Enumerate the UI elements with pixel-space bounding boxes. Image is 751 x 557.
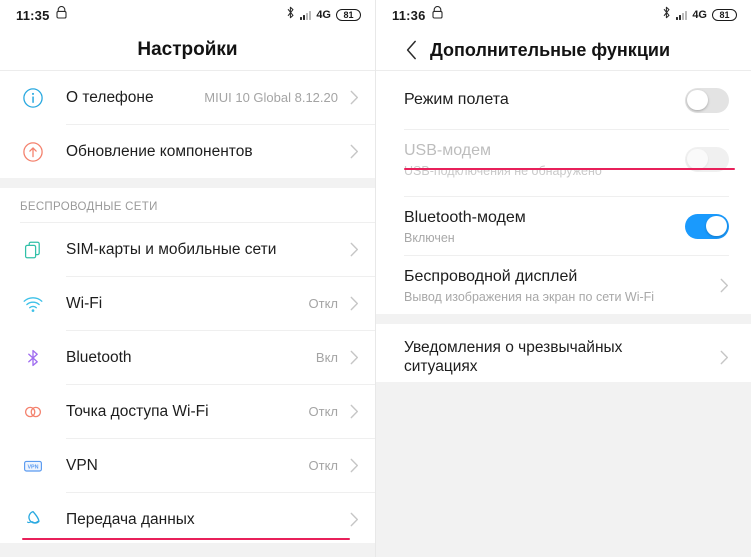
row-label: Bluetooth [66, 348, 132, 366]
row-label: Wi-Fi [66, 294, 103, 312]
section-gap [376, 314, 751, 324]
row-text-group: Bluetooth-модем Включен [404, 208, 685, 245]
chevron-right-icon [350, 242, 359, 257]
toggle-knob [687, 89, 708, 111]
status-time: 11:36 [392, 7, 426, 23]
annotation-underline-left [22, 538, 350, 541]
back-chevron-icon[interactable] [396, 35, 426, 65]
chevron-right-icon [350, 144, 359, 159]
section-gap [0, 178, 375, 188]
chevron-right-icon [350, 512, 359, 527]
title-bar-right: Дополнительные функции [376, 30, 751, 70]
network-type-label: 4G [316, 9, 331, 21]
bottom-filler [0, 543, 375, 557]
airplane-mode-toggle[interactable] [685, 87, 729, 113]
chevron-right-icon [350, 350, 359, 365]
toggle-knob [706, 215, 727, 237]
settings-row-wifi[interactable]: Wi-Fi Откл [0, 277, 375, 330]
bluetooth-icon [286, 6, 295, 24]
row-subtitle: USB-подключения не обнаружено [404, 163, 602, 178]
row-label: Обновление компонентов [66, 142, 253, 160]
row-label: SIM-карты и мобильные сети [66, 240, 277, 258]
row-title: Беспроводной дисплей [404, 267, 578, 285]
settings-row-about-phone[interactable]: О телефоне MIUI 10 Global 8.12.20 [0, 71, 375, 124]
chevron-right-icon [350, 458, 359, 473]
settings-row-vpn[interactable]: VPN VPN Откл [0, 439, 375, 492]
settings-row-hotspot[interactable]: Точка доступа Wi-Fi Откл [0, 385, 375, 438]
data-usage-icon [20, 507, 46, 533]
signal-bars-icon [300, 10, 312, 20]
dual-screenshot-container: 11:35 4G 81 Настройки О телефоне MIUI 10… [0, 0, 751, 557]
status-bar-left-group: 11:35 [16, 6, 67, 24]
row-value: MIUI 10 Global 8.12.20 [204, 90, 338, 105]
row-title: USB-модем [404, 141, 492, 159]
update-components-icon [20, 139, 46, 165]
setting-row-wireless-display[interactable]: Беспроводной дисплей Вывод изображения н… [376, 256, 751, 314]
section-header-wireless: БЕСПРОВОДНЫЕ СЕТИ [20, 201, 158, 213]
bluetooth-icon [662, 6, 671, 24]
status-bar-left-group: 11:36 [392, 6, 443, 24]
signal-bars-icon [676, 10, 688, 20]
bluetooth-icon [20, 345, 46, 371]
setting-row-bluetooth-tethering[interactable]: Bluetooth-модем Включен [376, 197, 751, 255]
row-value: Откл [308, 404, 339, 419]
chevron-right-icon [350, 404, 359, 419]
page-title: Дополнительные функции [430, 39, 671, 60]
lock-icon [55, 6, 67, 24]
row-label: Точка доступа Wi-Fi [66, 402, 209, 420]
battery-level: 81 [719, 9, 730, 20]
row-title: Уведомления о чрезвычайных ситуациях [404, 338, 623, 375]
annotation-underline-right [404, 168, 735, 171]
settings-screen: 11:35 4G 81 Настройки О телефоне MIUI 10… [0, 0, 376, 557]
row-text-group: Режим полета [404, 90, 685, 110]
lock-icon [431, 6, 443, 24]
sim-cards-icon [20, 237, 46, 263]
chevron-right-icon [720, 350, 729, 365]
row-label: VPN [66, 456, 98, 474]
row-value: Вкл [315, 350, 338, 365]
chevron-right-icon [350, 90, 359, 105]
svg-text:VPN: VPN [27, 464, 38, 470]
row-text-group: Беспроводной дисплей Вывод изображения н… [404, 267, 720, 304]
hotspot-icon [20, 399, 46, 425]
vpn-icon: VPN [20, 453, 46, 479]
row-value: Откл [308, 296, 339, 311]
title-bar-left: Настройки [0, 30, 375, 70]
bluetooth-tethering-toggle[interactable] [685, 213, 729, 239]
setting-row-usb-tethering: USB-модем USB-подключения не обнаружено [376, 130, 751, 188]
status-bar-right: 11:36 4G 81 [376, 0, 751, 30]
bottom-filler [376, 382, 751, 557]
row-subtitle: Вывод изображения на экран по сети Wi-Fi [404, 289, 655, 304]
row-text-group: Уведомления о чрезвычайных ситуациях [404, 338, 720, 377]
setting-row-emergency-alerts[interactable]: Уведомления о чрезвычайных ситуациях [376, 324, 751, 390]
wifi-icon [20, 291, 46, 317]
row-title: Bluetooth-модем [404, 208, 526, 226]
battery-level: 81 [343, 9, 354, 20]
page-title: Настройки [137, 39, 238, 60]
toggle-knob [687, 148, 708, 170]
status-time: 11:35 [16, 7, 50, 23]
chevron-right-icon [720, 278, 729, 293]
additional-functions-screen: 11:36 4G 81 Дополнительные функции Режим… [376, 0, 751, 557]
status-bar-left: 11:35 4G 81 [0, 0, 375, 30]
battery-indicator: 81 [712, 9, 737, 21]
settings-row-component-update[interactable]: Обновление компонентов [0, 125, 375, 178]
row-value: Откл [308, 458, 339, 473]
battery-indicator: 81 [336, 9, 361, 21]
info-circle-icon [20, 85, 46, 111]
row-text-group: USB-модем USB-подключения не обнаружено [404, 141, 685, 178]
status-bar-right-group: 4G 81 [286, 6, 361, 24]
chevron-right-icon [350, 296, 359, 311]
row-subtitle: Включен [404, 230, 455, 245]
row-title: Режим полета [404, 91, 509, 108]
row-label: О телефоне [66, 88, 154, 106]
setting-row-airplane-mode[interactable]: Режим полета [376, 71, 751, 129]
settings-row-sim-cards[interactable]: SIM-карты и мобильные сети [0, 223, 375, 276]
row-label: Передача данных [66, 510, 195, 528]
network-type-label: 4G [692, 9, 707, 21]
settings-row-bluetooth[interactable]: Bluetooth Вкл [0, 331, 375, 384]
status-bar-right-group: 4G 81 [662, 6, 737, 24]
